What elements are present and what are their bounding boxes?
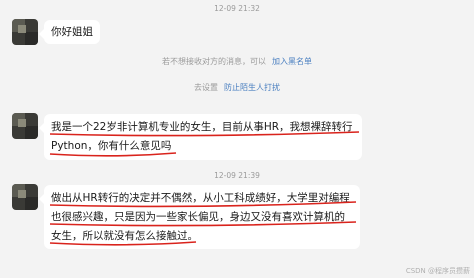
- timestamp: 12-09 21:39: [214, 171, 260, 180]
- watermark: CSDN @程序员攒薪: [405, 267, 470, 275]
- system-notice-settings: 去设置 防止陌生人打扰: [0, 82, 474, 93]
- message-bubble: 你好姐姐: [39, 20, 100, 44]
- settings-text: 去设置: [194, 83, 218, 92]
- underline-annotation: [49, 131, 360, 157]
- message-text: 你好姐姐: [51, 26, 93, 38]
- notice-text: 若不想接收对方的消息，可以: [162, 57, 266, 66]
- add-to-blacklist-link[interactable]: 加入黑名单: [272, 57, 312, 66]
- underline-annotation: [49, 201, 357, 246]
- avatar[interactable]: [12, 19, 38, 45]
- avatar[interactable]: [12, 184, 38, 210]
- system-notice-blacklist: 若不想接收对方的消息，可以 加入黑名单: [0, 56, 474, 67]
- timestamp: 12-09 21:32: [214, 4, 260, 13]
- block-strangers-link[interactable]: 防止陌生人打扰: [224, 83, 280, 92]
- avatar[interactable]: [12, 113, 38, 139]
